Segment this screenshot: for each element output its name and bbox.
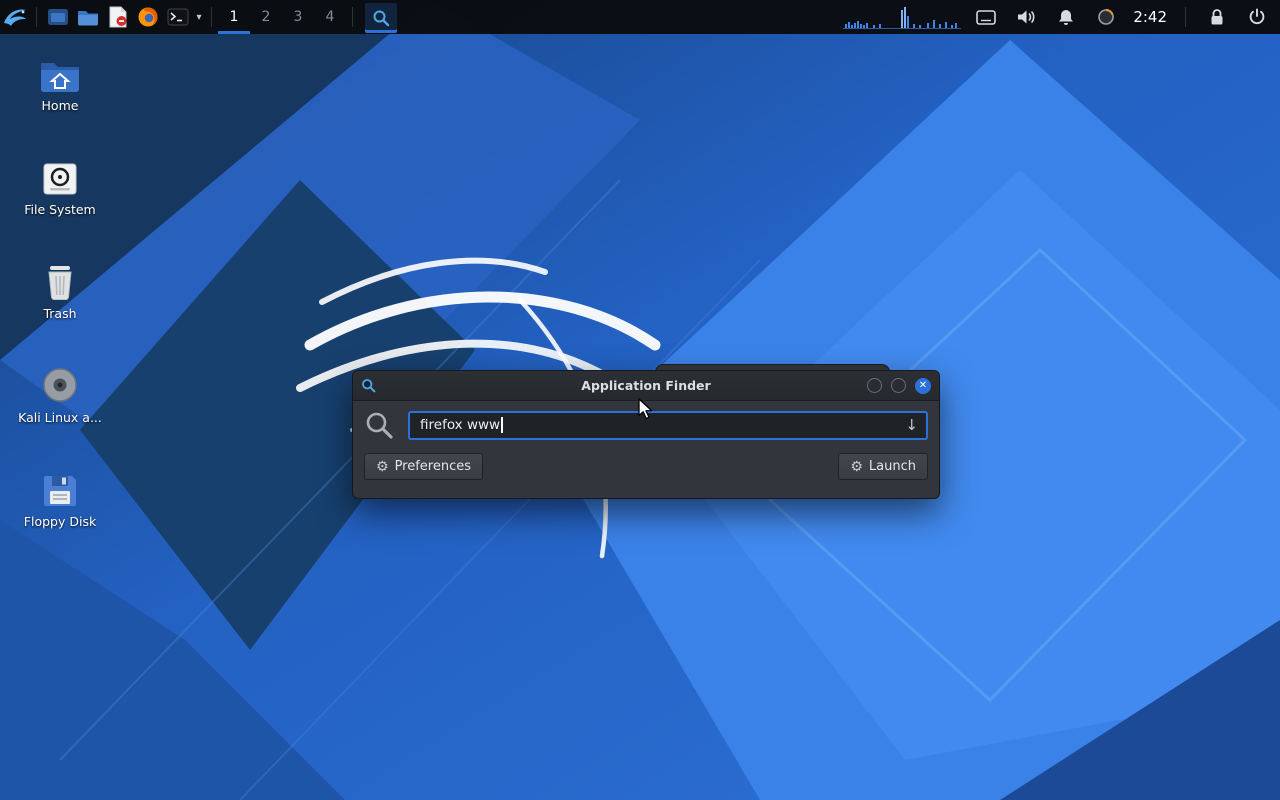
clock[interactable]: 2:42	[1131, 8, 1169, 26]
window-title: Application Finder	[353, 378, 939, 393]
trash-icon	[43, 260, 77, 300]
text-caret	[501, 417, 503, 433]
panel-separator	[1185, 7, 1186, 27]
disc-icon	[41, 364, 79, 404]
desktop-icon-filesystem[interactable]: File System	[18, 156, 102, 217]
workspace-1[interactable]: 1	[218, 0, 250, 34]
system-monitor-graph[interactable]	[843, 4, 961, 30]
desktop: Home File System	[0, 0, 1280, 800]
desktop-icon-label: Floppy Disk	[24, 514, 96, 529]
search-input-value: firefox www	[420, 417, 500, 433]
home-folder-icon	[39, 52, 81, 92]
desktop-icon-floppy[interactable]: Floppy Disk	[18, 468, 102, 529]
power-icon[interactable]	[1242, 0, 1272, 34]
desktop-icon-home[interactable]: Home	[18, 52, 102, 113]
status-tray-icon[interactable]	[1091, 0, 1121, 34]
kali-logo-icon[interactable]	[0, 0, 30, 34]
app-finder-icon	[372, 9, 390, 27]
workspace-2[interactable]: 2	[250, 0, 282, 34]
terminal-dropdown-caret[interactable]: ▾	[193, 12, 205, 23]
volume-icon[interactable]	[1011, 0, 1041, 34]
desktop-icon-label: Trash	[43, 306, 76, 321]
workspace-4[interactable]: 4	[314, 0, 346, 34]
preferences-button[interactable]: ⚙ Preferences	[364, 453, 483, 480]
desktop-icon-label: Home	[42, 98, 79, 113]
file-manager-icon[interactable]	[43, 0, 73, 34]
launch-button-label: Launch	[869, 459, 916, 474]
close-icon: ✕	[919, 381, 927, 391]
titlebar[interactable]: Application Finder ✕	[353, 371, 939, 401]
desktop-icon-kali-cd[interactable]: Kali Linux a...	[18, 364, 102, 425]
taskbar-application-finder[interactable]	[365, 3, 397, 33]
minimize-button[interactable]	[867, 378, 882, 393]
drive-icon	[42, 156, 78, 196]
dialog-body: firefox www ↓ ⚙ Preferences ⚙ Launch	[353, 401, 939, 498]
folder-icon[interactable]	[73, 0, 103, 34]
search-input[interactable]: firefox www ↓	[408, 411, 928, 440]
text-editor-icon[interactable]	[103, 0, 133, 34]
panel-separator	[36, 7, 37, 27]
terminal-icon[interactable]	[163, 0, 193, 34]
gear-icon: ⚙	[376, 460, 389, 474]
desktop-icon-trash[interactable]: Trash	[18, 260, 102, 321]
preferences-button-label: Preferences	[395, 459, 471, 474]
panel-separator	[352, 7, 353, 27]
firefox-icon[interactable]	[133, 0, 163, 34]
launch-gear-icon: ⚙	[850, 460, 863, 474]
maximize-button[interactable]	[891, 378, 906, 393]
floppy-icon	[42, 468, 78, 508]
application-finder-window: Application Finder ✕ firefox www	[352, 370, 940, 499]
desktop-icon-column: Home File System	[18, 52, 102, 529]
desktop-icon-label: Kali Linux a...	[18, 410, 102, 425]
launch-button[interactable]: ⚙ Launch	[838, 453, 928, 480]
lock-icon[interactable]	[1202, 0, 1232, 34]
notifications-bell-icon[interactable]	[1051, 0, 1081, 34]
top-panel: ▾ 1 2 3 4	[0, 0, 1280, 34]
application-finder-titlebar-icon	[361, 378, 376, 393]
panel-separator	[211, 7, 212, 27]
display-icon[interactable]	[971, 0, 1001, 34]
search-icon	[364, 410, 394, 440]
close-button[interactable]: ✕	[915, 378, 931, 394]
workspace-3[interactable]: 3	[282, 0, 314, 34]
history-dropdown-icon[interactable]: ↓	[905, 418, 918, 433]
desktop-icon-label: File System	[24, 202, 96, 217]
